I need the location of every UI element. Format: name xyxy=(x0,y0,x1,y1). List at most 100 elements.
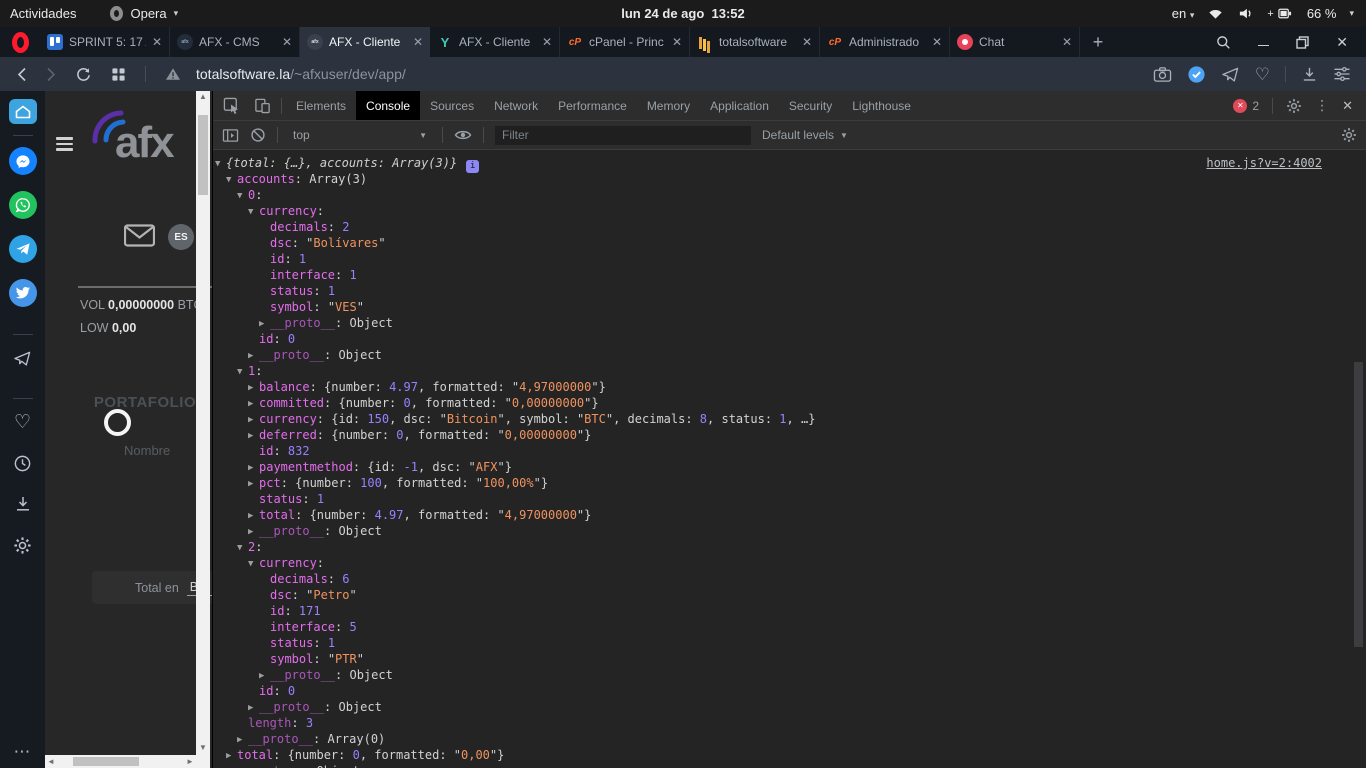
restore-button[interactable] xyxy=(1296,36,1309,49)
devtools-tab-network[interactable]: Network xyxy=(484,91,548,120)
settings-gear-icon[interactable] xyxy=(9,533,37,557)
tab-close-button[interactable]: ✕ xyxy=(802,35,812,49)
browser-tab[interactable]: cPAdministrado✕ xyxy=(820,27,950,57)
error-count-badge[interactable]: ✕ 2 xyxy=(1233,99,1259,113)
telegram-icon[interactable] xyxy=(9,235,37,263)
console-line[interactable]: ▶__proto__: Object xyxy=(213,699,1366,715)
clock[interactable]: lun 24 de ago 13:52 xyxy=(621,6,745,21)
activities-button[interactable]: Actividades xyxy=(10,6,76,21)
forward-button[interactable] xyxy=(46,67,56,82)
url-field[interactable]: totalsoftware.la/~afxuser/dev/app/ xyxy=(196,66,1153,82)
console-line[interactable]: ▼0: xyxy=(213,187,1366,203)
devtools-settings-gear-icon[interactable] xyxy=(1286,98,1302,114)
vpn-shield-badge[interactable] xyxy=(1187,65,1206,84)
hamburger-menu-icon[interactable] xyxy=(56,137,73,151)
devtools-tab-sources[interactable]: Sources xyxy=(420,91,484,120)
console-line[interactable]: ▶__proto__: Object xyxy=(213,315,1366,331)
browser-tab[interactable]: Chat✕ xyxy=(950,27,1080,57)
devtools-tab-application[interactable]: Application xyxy=(700,91,779,120)
scroll-up-arrow[interactable]: ▲ xyxy=(199,91,207,103)
chevron-down-icon[interactable]: ▾ xyxy=(1349,8,1354,19)
tab-close-button[interactable]: ✕ xyxy=(413,35,423,49)
devtools-close-button[interactable]: ✕ xyxy=(1342,98,1353,114)
console-sidebar-toggle-icon[interactable] xyxy=(222,128,239,143)
tree-collapsed-icon[interactable]: ▶ xyxy=(226,748,237,764)
scroll-down-arrow[interactable]: ▼ xyxy=(199,742,207,754)
scroll-left-arrow[interactable]: ◄ xyxy=(45,757,57,766)
console-line[interactable]: ▶total: {number: 0, formatted: "0,00"} xyxy=(213,747,1366,763)
twitter-icon[interactable] xyxy=(9,279,37,307)
tab-close-button[interactable]: ✕ xyxy=(672,35,682,49)
console-line[interactable]: ▼accounts: Array(3) xyxy=(213,171,1366,187)
clear-console-icon[interactable] xyxy=(250,127,266,143)
keyboard-layout-indicator[interactable]: en ▾ xyxy=(1172,6,1195,21)
tree-expanded-icon[interactable]: ▼ xyxy=(215,156,226,172)
tree-collapsed-icon[interactable]: ▶ xyxy=(248,524,259,540)
bookmarks-heart-icon[interactable]: ♡ xyxy=(9,410,37,434)
my-flow-icon[interactable] xyxy=(1221,66,1240,83)
console-line[interactable]: ▶__proto__: Object xyxy=(213,763,1366,768)
tree-collapsed-icon[interactable]: ▶ xyxy=(226,764,237,768)
tree-collapsed-icon[interactable]: ▶ xyxy=(248,348,259,364)
snapshot-camera-icon[interactable] xyxy=(1153,66,1172,83)
new-tab-button[interactable]: + xyxy=(1080,27,1116,57)
tree-collapsed-icon[interactable]: ▶ xyxy=(248,508,259,524)
devtools-tab-security[interactable]: Security xyxy=(779,91,842,120)
live-expression-eye-icon[interactable] xyxy=(454,128,472,142)
inspect-element-icon[interactable] xyxy=(223,97,240,114)
tree-expanded-icon[interactable]: ▼ xyxy=(226,172,237,188)
devtools-tab-performance[interactable]: Performance xyxy=(548,91,637,120)
page-horizontal-scrollbar[interactable]: ◄ ► xyxy=(45,755,196,768)
volume-icon[interactable] xyxy=(1237,6,1254,21)
devtools-tab-lighthouse[interactable]: Lighthouse xyxy=(842,91,921,120)
tree-collapsed-icon[interactable]: ▶ xyxy=(259,668,270,684)
scroll-right-arrow[interactable]: ► xyxy=(184,757,196,766)
console-line[interactable]: ▶deferred: {number: 0, formatted: "0,000… xyxy=(213,427,1366,443)
browser-tab[interactable]: afxAFX - CMS✕ xyxy=(170,27,300,57)
tree-collapsed-icon[interactable]: ▶ xyxy=(248,700,259,716)
console-line[interactable]: ▼{total: {…}, accounts: Array(3)}ihome.j… xyxy=(213,155,1366,171)
speed-dial-icon[interactable] xyxy=(111,67,126,82)
devtools-tab-elements[interactable]: Elements xyxy=(286,91,356,120)
downloads-sidebar-icon[interactable] xyxy=(9,492,37,516)
tab-close-button[interactable]: ✕ xyxy=(542,35,552,49)
source-location-link[interactable]: home.js?v=2:4002 xyxy=(1206,155,1322,171)
log-levels-select[interactable]: Default levels ▼ xyxy=(762,128,848,142)
browser-tab[interactable]: SPRINT 5: 17 A✕ xyxy=(40,27,170,57)
tree-collapsed-icon[interactable]: ▶ xyxy=(248,460,259,476)
search-icon[interactable] xyxy=(1216,35,1231,50)
console-line[interactable]: ▶currency: {id: 150, dsc: "Bitcoin", sym… xyxy=(213,411,1366,427)
scrollbar-thumb[interactable] xyxy=(73,757,139,766)
console-line[interactable]: ▶__proto__: Object xyxy=(213,667,1366,683)
tree-collapsed-icon[interactable]: ▶ xyxy=(259,316,270,332)
console-settings-gear-icon[interactable] xyxy=(1341,127,1357,143)
devtools-menu-kebab-icon[interactable]: ⋮ xyxy=(1315,97,1329,114)
tab-close-button[interactable]: ✕ xyxy=(1062,35,1072,49)
console-line[interactable]: ▶__proto__: Array(0) xyxy=(213,731,1366,747)
scrollbar-thumb[interactable] xyxy=(198,115,208,195)
tree-expanded-icon[interactable]: ▼ xyxy=(237,188,248,204)
console-line[interactable]: ▶__proto__: Object xyxy=(213,523,1366,539)
browser-tab[interactable]: YAFX - Cliente✕ xyxy=(430,27,560,57)
whatsapp-icon[interactable] xyxy=(9,191,37,219)
browser-tab[interactable]: cPcPanel - Princ✕ xyxy=(560,27,690,57)
console-line[interactable]: ▶committed: {number: 0, formatted: "0,00… xyxy=(213,395,1366,411)
history-clock-icon[interactable] xyxy=(9,451,37,475)
console-scrollbar-thumb[interactable] xyxy=(1354,362,1363,647)
tune-settings-icon[interactable] xyxy=(1333,66,1351,82)
tree-expanded-icon[interactable]: ▼ xyxy=(237,364,248,380)
browser-tab[interactable]: totalsoftware✕ xyxy=(690,27,820,57)
console-filter-input[interactable] xyxy=(495,126,751,145)
minimize-button[interactable] xyxy=(1258,38,1269,47)
browser-tab[interactable]: afxAFX - Cliente✕ xyxy=(300,27,430,57)
console-line[interactable]: ▼currency: xyxy=(213,203,1366,219)
device-toolbar-icon[interactable] xyxy=(254,97,271,114)
reload-button[interactable] xyxy=(75,66,92,83)
window-close-button[interactable]: ✕ xyxy=(1336,34,1348,51)
bookmark-heart-icon[interactable]: ♡ xyxy=(1255,66,1270,83)
wifi-icon[interactable] xyxy=(1207,6,1224,21)
frame-context-select[interactable]: top ▼ xyxy=(289,128,431,142)
my-flow-sidebar-icon[interactable] xyxy=(9,346,37,370)
tree-collapsed-icon[interactable]: ▶ xyxy=(248,396,259,412)
tree-expanded-icon[interactable]: ▼ xyxy=(237,540,248,556)
